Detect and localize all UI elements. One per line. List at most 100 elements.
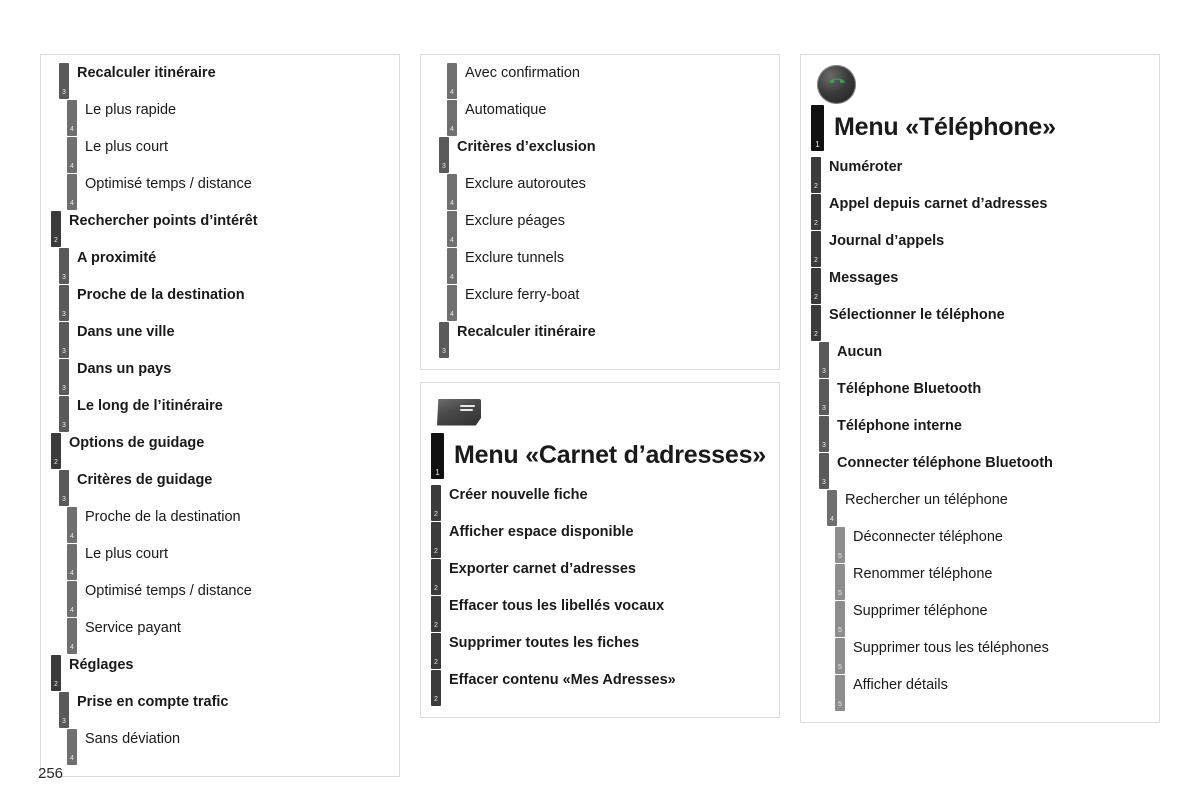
level-number: 1 [815, 140, 820, 149]
level-marker: 3 [59, 63, 69, 99]
level-number: 3 [442, 348, 446, 355]
menu-box: 1 Menu «Téléphone» 2 Numéroter 2 Appel depuis… [800, 54, 1160, 723]
level-marker: 5 [835, 564, 845, 600]
menu-entry-level-4[interactable]: 4 Le plus court [51, 137, 389, 174]
menu-entry-level-4[interactable]: 4 Exclure péages [431, 211, 769, 248]
level-number: 4 [70, 200, 74, 207]
menu-entry-level-4[interactable]: 4 Proche de la destination [51, 507, 389, 544]
menu-entry-level-3[interactable]: 3 Critères d’exclusion [431, 137, 769, 174]
level-marker: 3 [439, 137, 449, 173]
level-marker: 4 [447, 248, 457, 284]
menu-entry-label: Supprimer téléphone [853, 603, 988, 619]
menu-entry-level-2[interactable]: 2 Exporter carnet d’adresses [431, 559, 769, 596]
level-marker: 3 [59, 470, 69, 506]
level-marker: 4 [447, 63, 457, 99]
menu-entry-label: Le long de l’itinéraire [77, 398, 223, 414]
menu-entry-level-2[interactable]: 2 Journal d’appels [811, 231, 1149, 268]
level-marker: 4 [67, 174, 77, 210]
level-number: 3 [822, 479, 826, 486]
menu-entry-level-3[interactable]: 3 Dans un pays [51, 359, 389, 396]
menu-entry-label: Le plus court [85, 139, 169, 155]
level-marker: 3 [819, 342, 829, 378]
level-marker: 5 [835, 601, 845, 637]
menu-entry-level-3[interactable]: 3 Critères de guidage [51, 470, 389, 507]
menu-entry-label: Messages [829, 270, 899, 286]
menu-entry-label: Proche de la destination [85, 509, 241, 525]
level-number: 4 [450, 311, 454, 318]
menu-entry-level-4[interactable]: 4 Exclure ferry-boat [431, 285, 769, 322]
level-number: 5 [838, 664, 842, 671]
menu-entry-level-5[interactable]: 5 Supprimer téléphone [811, 601, 1149, 638]
menu-entry-level-5[interactable]: 5 Renommer téléphone [811, 564, 1149, 601]
menu-entry-level-2[interactable]: 2 Réglages [51, 655, 389, 692]
menu-entry-level-3[interactable]: 3 A proximité [51, 248, 389, 285]
level-number: 2 [434, 548, 438, 555]
menu-entry-level-4[interactable]: 4 Service payant [51, 618, 389, 655]
phone-icon [817, 64, 856, 104]
menu-entry-level-3[interactable]: 3 Le long de l’itinéraire [51, 396, 389, 433]
menu-entry-level-1[interactable]: 1 Menu «Carnet d’adresses» [431, 433, 769, 485]
menu-entry-level-3[interactable]: 3 Proche de la destination [51, 285, 389, 322]
menu-entry-level-1[interactable]: 1 Menu «Téléphone» [811, 105, 1149, 157]
menu-entry-level-2[interactable]: 2 Appel depuis carnet d’adresses [811, 194, 1149, 231]
menu-entry-level-2[interactable]: 2 Numéroter [811, 157, 1149, 194]
icon-row [811, 63, 1149, 105]
menu-entry-label: Appel depuis carnet d’adresses [829, 196, 1048, 212]
menu-entry-label: Réglages [69, 657, 134, 673]
menu-entry-level-2[interactable]: 2 Supprimer toutes les fiches [431, 633, 769, 670]
level-marker: 2 [431, 670, 441, 706]
menu-entry-level-5[interactable]: 5 Supprimer tous les téléphones [811, 638, 1149, 675]
level-number: 4 [450, 274, 454, 281]
menu-entry-level-2[interactable]: 2 Effacer tous les libellés vocaux [431, 596, 769, 633]
menu-entry-level-3[interactable]: 3 Aucun [811, 342, 1149, 379]
menu-entry-level-4[interactable]: 4 Le plus court [51, 544, 389, 581]
level-number: 3 [62, 385, 66, 392]
level-number: 4 [450, 126, 454, 133]
menu-entry-level-2[interactable]: 2 Options de guidage [51, 433, 389, 470]
manual-page: 3 Recalculer itinéraire 4 Le plus rapide 4 Le… [0, 0, 1200, 800]
menu-entry-level-4[interactable]: 4 Exclure tunnels [431, 248, 769, 285]
level-number: 5 [838, 590, 842, 597]
menu-entry-label: Afficher détails [853, 677, 948, 693]
menu-entry-level-4[interactable]: 4 Avec confirmation [431, 63, 769, 100]
menu-entry-level-3[interactable]: 3 Dans une ville [51, 322, 389, 359]
menu-entry-level-4[interactable]: 4 Optimisé temps / distance [51, 174, 389, 211]
menu-entry-level-4[interactable]: 4 Rechercher un téléphone [811, 490, 1149, 527]
menu-entry-level-3[interactable]: 3 Prise en compte trafic [51, 692, 389, 729]
level-marker: 4 [447, 174, 457, 210]
menu-entry-level-3[interactable]: 3 Connecter téléphone Bluetooth [811, 453, 1149, 490]
menu-entry-label: Exclure tunnels [465, 250, 565, 266]
level-number: 4 [70, 126, 74, 133]
level-number: 3 [822, 442, 826, 449]
menu-entry-level-5[interactable]: 5 Déconnecter téléphone [811, 527, 1149, 564]
level-number: 3 [442, 163, 446, 170]
icon-row [431, 391, 769, 433]
menu-entry-level-4[interactable]: 4 Le plus rapide [51, 100, 389, 137]
menu-entry-level-4[interactable]: 4 Sans déviation [51, 729, 389, 766]
menu-box: 3 Recalculer itinéraire 4 Le plus rapide 4 Le… [40, 54, 400, 777]
menu-entry-label: Proche de la destination [77, 287, 245, 303]
menu-entry-level-3[interactable]: 3 Téléphone interne [811, 416, 1149, 453]
menu-entry-level-4[interactable]: 4 Optimisé temps / distance [51, 581, 389, 618]
menu-entry-label: Journal d’appels [829, 233, 945, 249]
level-number: 4 [830, 516, 834, 523]
menu-entry-level-2[interactable]: 2 Afficher espace disponible [431, 522, 769, 559]
menu-entry-level-3[interactable]: 3 Recalculer itinéraire [51, 63, 389, 100]
menu-entry-level-3[interactable]: 3 Recalculer itinéraire [431, 322, 769, 359]
menu-entry-level-2[interactable]: 2 Messages [811, 268, 1149, 305]
menu-entry-level-2[interactable]: 2 Créer nouvelle fiche [431, 485, 769, 522]
menu-entry-level-4[interactable]: 4 Exclure autoroutes [431, 174, 769, 211]
menu-entry-label: Le plus court [85, 546, 169, 562]
level-marker: 3 [439, 322, 449, 358]
address-book-icon [437, 398, 481, 426]
menu-entry-level-2[interactable]: 2 Effacer contenu «Mes Adresses» [431, 670, 769, 707]
menu-entry-label: Connecter téléphone Bluetooth [837, 455, 1053, 471]
menu-entry-level-2[interactable]: 2 Rechercher points d’intérêt [51, 211, 389, 248]
menu-entry-label: Numéroter [829, 159, 903, 175]
menu-entry-level-3[interactable]: 3 Téléphone Bluetooth [811, 379, 1149, 416]
level-number: 3 [62, 496, 66, 503]
menu-entry-label: Recalculer itinéraire [77, 65, 216, 81]
menu-entry-level-2[interactable]: 2 Sélectionner le téléphone [811, 305, 1149, 342]
menu-entry-level-5[interactable]: 5 Afficher détails [811, 675, 1149, 712]
menu-entry-level-4[interactable]: 4 Automatique [431, 100, 769, 137]
